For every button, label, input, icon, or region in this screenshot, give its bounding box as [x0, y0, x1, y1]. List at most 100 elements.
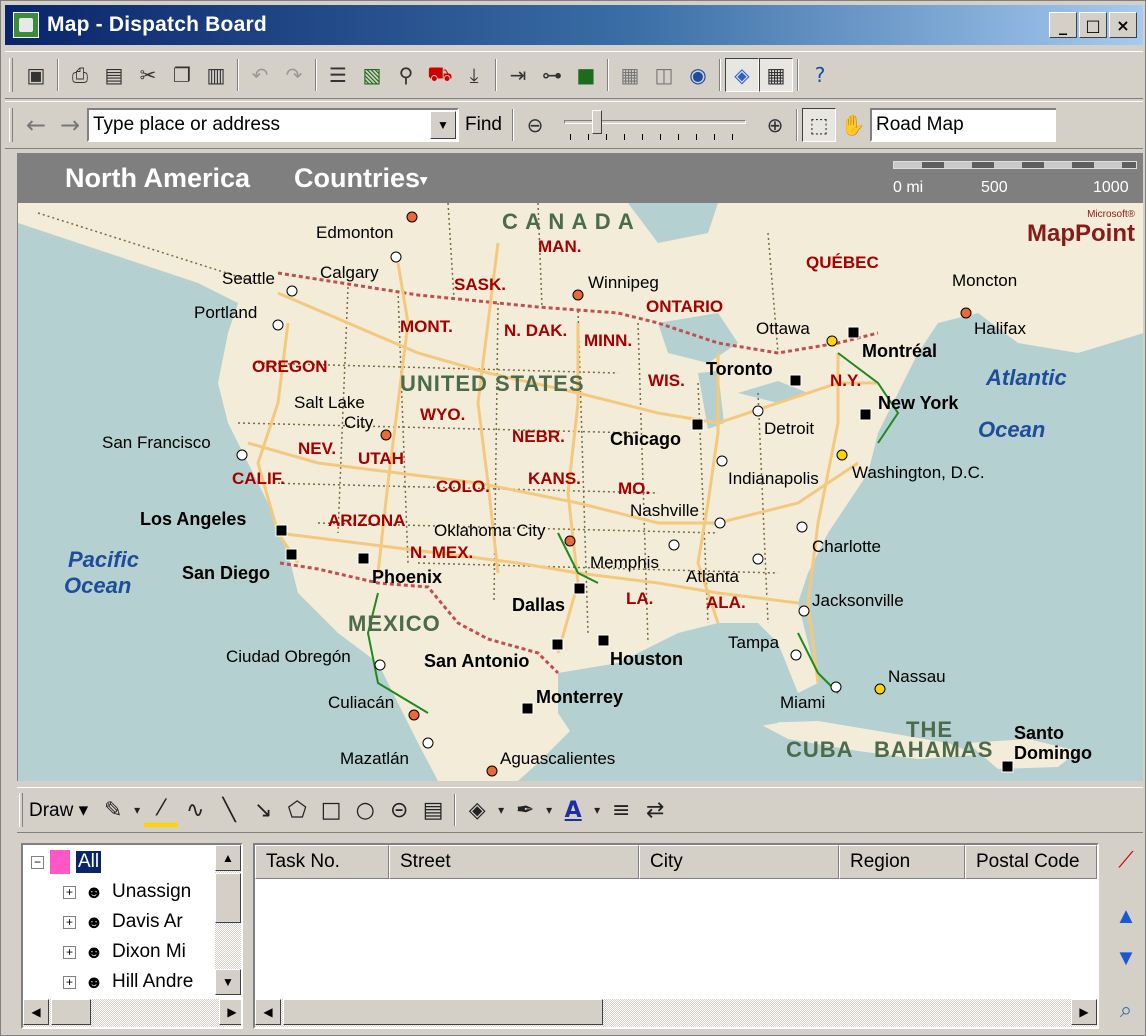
- scroll-thumb[interactable]: [215, 873, 241, 923]
- print-icon[interactable]: ⎙: [63, 58, 97, 92]
- toolbar-grip[interactable]: [9, 58, 13, 92]
- tree-item-label[interactable]: Davis Ar: [112, 911, 183, 933]
- scroll-left-icon[interactable]: ◀: [255, 999, 281, 1025]
- back-icon[interactable]: ←: [19, 108, 53, 142]
- column-header-task-no[interactable]: Task No.: [255, 845, 389, 879]
- draw-label[interactable]: Draw: [29, 800, 73, 821]
- help-icon[interactable]: ?: [803, 58, 837, 92]
- zoom-slider[interactable]: [560, 108, 750, 142]
- zoom-to-icon[interactable]: ⌕: [1109, 993, 1143, 1027]
- chevron-down-icon[interactable]: ▾: [130, 793, 144, 827]
- tree-icon[interactable]: ⊶: [535, 58, 569, 92]
- expand-icon[interactable]: +: [63, 915, 76, 929]
- scroll-up-icon[interactable]: ▲: [215, 845, 241, 871]
- chevron-down-icon[interactable]: ▾: [542, 793, 556, 827]
- line-icon[interactable]: ╲: [212, 793, 246, 827]
- copy-icon[interactable]: ❐: [165, 58, 199, 92]
- scroll-thumb[interactable]: [51, 999, 91, 1025]
- layers-icon[interactable]: ◈: [725, 58, 759, 92]
- resource-tree[interactable]: − All + ☻ Unassign + ☻ Davis Ar + ☻ Dixo…: [21, 843, 243, 1029]
- chevron-down-icon[interactable]: ▾: [494, 793, 508, 827]
- tree-root[interactable]: − All: [31, 847, 102, 877]
- font-color-icon[interactable]: A: [556, 793, 590, 827]
- find-button[interactable]: Find: [465, 114, 502, 136]
- expand-icon[interactable]: +: [63, 945, 76, 959]
- export-icon[interactable]: ⤓: [457, 58, 491, 92]
- oval-icon[interactable]: ○: [348, 793, 382, 827]
- table-icon[interactable]: ▦: [759, 58, 793, 92]
- select-icon[interactable]: ⬚: [801, 108, 836, 142]
- tree-vertical-scrollbar[interactable]: ▲ ▼: [215, 845, 241, 995]
- scroll-right-icon[interactable]: ▶: [219, 999, 241, 1025]
- find-place-combo[interactable]: Type place or address ▼: [87, 108, 459, 142]
- scroll-thumb[interactable]: [283, 999, 603, 1025]
- list-icon[interactable]: ☰: [321, 58, 355, 92]
- paste-icon[interactable]: ▥: [199, 58, 233, 92]
- column-header-street[interactable]: Street: [389, 845, 639, 879]
- line-color-icon[interactable]: ✒: [508, 793, 542, 827]
- polygon-icon[interactable]: ⬠: [280, 793, 314, 827]
- countries-label[interactable]: Countries: [294, 163, 420, 193]
- zoom-in-icon[interactable]: ⊕: [758, 108, 792, 142]
- draw-menu-button[interactable]: Draw ▾: [29, 799, 88, 822]
- column-header-region[interactable]: Region: [839, 845, 965, 879]
- freeform-icon[interactable]: ∿: [178, 793, 212, 827]
- expand-icon[interactable]: +: [63, 885, 76, 899]
- redo-icon[interactable]: ↷: [277, 58, 311, 92]
- chevron-down-icon[interactable]: ▼: [430, 111, 456, 139]
- tree-item[interactable]: + ☻ Hill Andre: [63, 967, 193, 997]
- chevron-down-icon[interactable]: ▾: [420, 171, 427, 187]
- close-button[interactable]: ×: [1109, 12, 1137, 38]
- line-weight-icon[interactable]: ≡: [604, 793, 638, 827]
- toolbar-grip[interactable]: [19, 793, 23, 827]
- pan-hand-icon[interactable]: ✋: [836, 108, 870, 142]
- scroll-right-icon[interactable]: ▶: [1071, 999, 1097, 1025]
- grid-horizontal-scrollbar[interactable]: ◀ ▶: [255, 999, 1097, 1027]
- fill-color-icon[interactable]: ◈: [460, 793, 494, 827]
- book-icon[interactable]: ▤: [97, 58, 131, 92]
- tree-item-label[interactable]: Unassign: [112, 881, 191, 903]
- tree-item-label[interactable]: Dixon Mi: [112, 941, 186, 963]
- tooltip-icon[interactable]: ◫: [647, 58, 681, 92]
- column-header-postal-code[interactable]: Postal Code: [965, 845, 1097, 879]
- rectangle-icon[interactable]: □: [314, 793, 348, 827]
- tree-item[interactable]: + ☻ Davis Ar: [63, 907, 183, 937]
- forward-icon[interactable]: →: [53, 108, 87, 142]
- route-icon[interactable]: ⇥: [501, 58, 535, 92]
- map-style-value[interactable]: Road Map: [876, 114, 964, 136]
- collapse-icon[interactable]: −: [31, 855, 44, 869]
- tree-root-label[interactable]: All: [76, 851, 102, 873]
- title-bar[interactable]: Map - Dispatch Board _ □ ×: [5, 5, 1143, 45]
- refresh-icon[interactable]: ◉: [681, 58, 715, 92]
- pushpin-icon[interactable]: ⚲: [389, 58, 423, 92]
- countries-dropdown[interactable]: Countries▾: [294, 163, 427, 194]
- tree-item[interactable]: + ☻ Unassign: [63, 877, 191, 907]
- find-place-input[interactable]: Type place or address: [93, 114, 280, 136]
- tree-item[interactable]: + ☻ Dixon Mi: [63, 937, 186, 967]
- save-icon[interactable]: ▣: [19, 58, 53, 92]
- chevron-down-icon[interactable]: ▾: [590, 793, 604, 827]
- tree-horizontal-scrollbar[interactable]: ◀ ▶: [23, 999, 241, 1027]
- move-up-icon[interactable]: ▲: [1109, 899, 1143, 933]
- minimize-button[interactable]: _: [1049, 12, 1077, 38]
- column-header-city[interactable]: City: [639, 845, 839, 879]
- radius-icon[interactable]: ⊝: [382, 793, 416, 827]
- route-graph-icon[interactable]: ⟋: [1109, 843, 1143, 877]
- expand-icon[interactable]: +: [63, 975, 76, 989]
- arrow-icon[interactable]: ↘: [246, 793, 280, 827]
- scroll-down-icon[interactable]: ▼: [215, 969, 241, 995]
- properties-icon[interactable]: ▦: [613, 58, 647, 92]
- zoom-thumb[interactable]: [591, 110, 602, 134]
- pen-icon[interactable]: ✎: [96, 793, 130, 827]
- task-grid[interactable]: Task No. Street City Region Postal Code …: [253, 843, 1099, 1029]
- toolbar-grip[interactable]: [9, 108, 13, 142]
- car-icon[interactable]: ⛟: [423, 58, 457, 92]
- undo-icon[interactable]: ↶: [243, 58, 277, 92]
- map-style-combo[interactable]: Road Map: [869, 108, 1056, 142]
- assign-icon[interactable]: ■: [569, 58, 603, 92]
- map-canvas[interactable]: Microsoft® MapPoint C A N A D A UNITED ST…: [17, 203, 1143, 781]
- scroll-left-icon[interactable]: ◀: [23, 999, 49, 1025]
- zoom-out-icon[interactable]: ⊖: [518, 108, 552, 142]
- move-down-icon[interactable]: ▼: [1109, 941, 1143, 975]
- tree-item-label[interactable]: Hill Andre: [112, 971, 193, 993]
